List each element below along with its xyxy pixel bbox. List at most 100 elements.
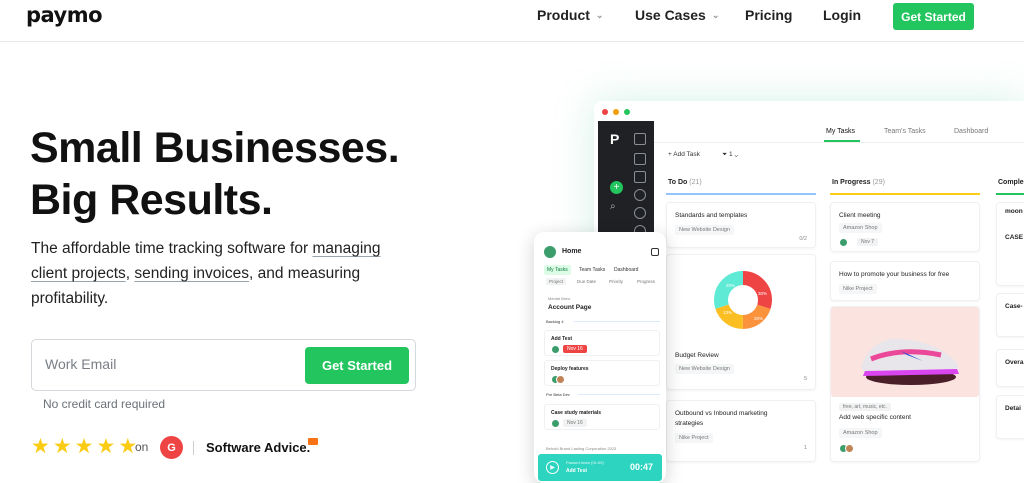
signup-form: Work Email Get Started <box>31 339 416 391</box>
filter-count: 1 <box>729 151 733 158</box>
phone-tab-dashboard: Dashboard <box>614 267 639 273</box>
complete-logo: moon <box>1005 208 1023 215</box>
star-icon: ★ <box>31 435 50 458</box>
task-project: New Website Design <box>675 225 734 235</box>
task-title: Budget Review <box>675 352 719 359</box>
phone-title: Home <box>562 248 582 255</box>
phone-mockup: Home My Tasks Team Tasks Dashboard Proje… <box>534 232 666 483</box>
phone-task-card: Add Test Nov 16 <box>544 330 660 356</box>
phone-task-card: Case study materials Nov 16 <box>544 404 660 430</box>
task-project: New Website Design <box>675 364 734 374</box>
star-icon: ★ <box>96 435 116 458</box>
avatar <box>845 444 854 453</box>
task-title: CASE <box>1005 234 1024 241</box>
app-logo-icon: P <box>610 131 620 147</box>
sub-text-1: The affordable time tracking software fo… <box>31 240 313 257</box>
timer-time: 00:47 <box>630 462 654 472</box>
phone-subtab: Progress <box>637 279 656 284</box>
sneaker-illustration <box>861 338 959 385</box>
timer-task: Add Test <box>566 468 588 474</box>
column-todo-name: To Do <box>668 179 688 186</box>
donut-label: 20% <box>754 316 763 321</box>
tasks-icon <box>634 153 646 165</box>
task-tags: free, art, music, etc. <box>839 403 891 411</box>
play-icon: ▶ <box>546 461 559 474</box>
nav-use-cases-label: Use Cases <box>635 7 706 23</box>
rating-on-label: on <box>135 440 149 454</box>
phone-footer-note: Behold Brand Lasting Corporation 2023 <box>546 446 617 451</box>
column-inprogress-count: (29) <box>872 179 885 186</box>
search-icon: ⌕ <box>610 201 616 212</box>
task-project: Nike Project <box>675 433 713 443</box>
paymo-logo[interactable]: paymo <box>26 3 103 27</box>
task-date: Nov 7 <box>857 238 879 246</box>
tab-my-tasks: My Tasks <box>826 128 856 135</box>
task-meta: 0/2 <box>799 236 807 242</box>
task-meta: 5 <box>803 376 807 382</box>
nav-product[interactable]: Product ⌄ <box>537 7 603 23</box>
task-card: Outbound vs Inbound marketing strategies… <box>666 400 816 462</box>
software-advice-logo[interactable]: Software Advice. <box>206 440 310 455</box>
sending-invoices-link[interactable]: sending invoices <box>134 265 249 282</box>
app-tabs: My Tasks Team's Tasks Dashboard <box>654 121 1024 143</box>
task-title: How to promote your business for free <box>839 271 950 278</box>
chevron-down-icon: ⌄ <box>711 9 720 20</box>
task-project: Nike Project <box>839 284 877 294</box>
budget-donut-chart: 30% 20% 13% 20% <box>714 271 772 329</box>
column-todo-bar <box>666 193 816 195</box>
timer-label: Paused since (01:00) <box>566 460 604 465</box>
tab-dashboard: Dashboard <box>954 128 989 135</box>
nav-pricing[interactable]: Pricing <box>745 7 792 23</box>
task-card: 30% 20% 13% 20% Budget Review New Websit… <box>666 254 816 390</box>
sneaker-image <box>831 307 979 397</box>
minimize-dot-icon <box>613 109 619 115</box>
phone-timer-bar: ▶ Paused since (01:00) Add Test 00:47 <box>538 454 662 481</box>
window-controls <box>602 109 630 115</box>
phone-tab-my-tasks: My Tasks <box>544 265 571 275</box>
nav-login[interactable]: Login <box>823 7 861 23</box>
divider <box>193 441 194 455</box>
phone-breadcrumb: Mental Brew <box>548 296 571 301</box>
settings-icon <box>651 248 659 256</box>
phone-task-title: Case study materials <box>551 410 602 416</box>
filter-button: ⏷ 1 ⌄ <box>722 151 738 158</box>
task-card: Client meeting Amazon Shop Nov 7 <box>830 202 980 252</box>
add-icon: + <box>610 181 623 194</box>
phone-section-title: Backlog 4 <box>546 319 564 324</box>
task-date-badge: Nov 16 <box>563 345 587 353</box>
tab-teams-tasks: Team's Tasks <box>884 128 926 135</box>
add-task-button: + Add Task <box>668 151 700 158</box>
avatar <box>551 419 560 428</box>
user-icon <box>634 189 646 201</box>
software-advice-flag-icon <box>308 438 318 445</box>
top-nav: paymo Product ⌄ Use Cases ⌄ Pricing Login … <box>0 0 1024 42</box>
task-card: Case- <box>996 293 1024 337</box>
donut-label: 20% <box>726 283 735 288</box>
star-icon: ★ <box>74 435 94 458</box>
star-icon: ★ <box>52 435 72 458</box>
phone-page-title: Account Page <box>548 304 592 311</box>
phone-task-title: Add Test <box>551 336 573 342</box>
column-todo-header: To Do (21) <box>668 179 702 186</box>
phone-section2-title: Pre Beta Dev <box>546 392 570 397</box>
column-inprogress-header: In Progress (29) <box>832 179 885 186</box>
task-project: Amazon Shop <box>839 428 882 438</box>
close-dot-icon <box>602 109 608 115</box>
hero-title: Small Businesses. Big Results. <box>30 122 400 226</box>
hero-get-started-button[interactable]: Get Started <box>305 347 409 384</box>
hero-subtitle: The affordable time tracking software fo… <box>31 236 411 311</box>
nav-use-cases[interactable]: Use Cases ⌄ <box>635 7 719 23</box>
section-divider <box>574 321 660 322</box>
phone-section-count: 4 <box>561 319 564 324</box>
task-title: Add web specific content <box>839 414 911 421</box>
home-icon <box>634 133 646 145</box>
task-card: Standards and templates New Website Desi… <box>666 202 816 248</box>
app-toolbar: + Add Task ⏷ 1 ⌄ <box>654 147 1024 169</box>
task-card: How to promote your business for free Ni… <box>830 261 980 301</box>
nav-product-label: Product <box>537 7 590 23</box>
task-card: moon CASE <box>996 202 1024 286</box>
work-email-input[interactable]: Work Email <box>45 356 116 372</box>
phone-subtab: Due Date <box>577 279 597 284</box>
g2-logo[interactable]: G <box>160 436 183 459</box>
nav-get-started-button[interactable]: Get Started <box>893 3 974 30</box>
